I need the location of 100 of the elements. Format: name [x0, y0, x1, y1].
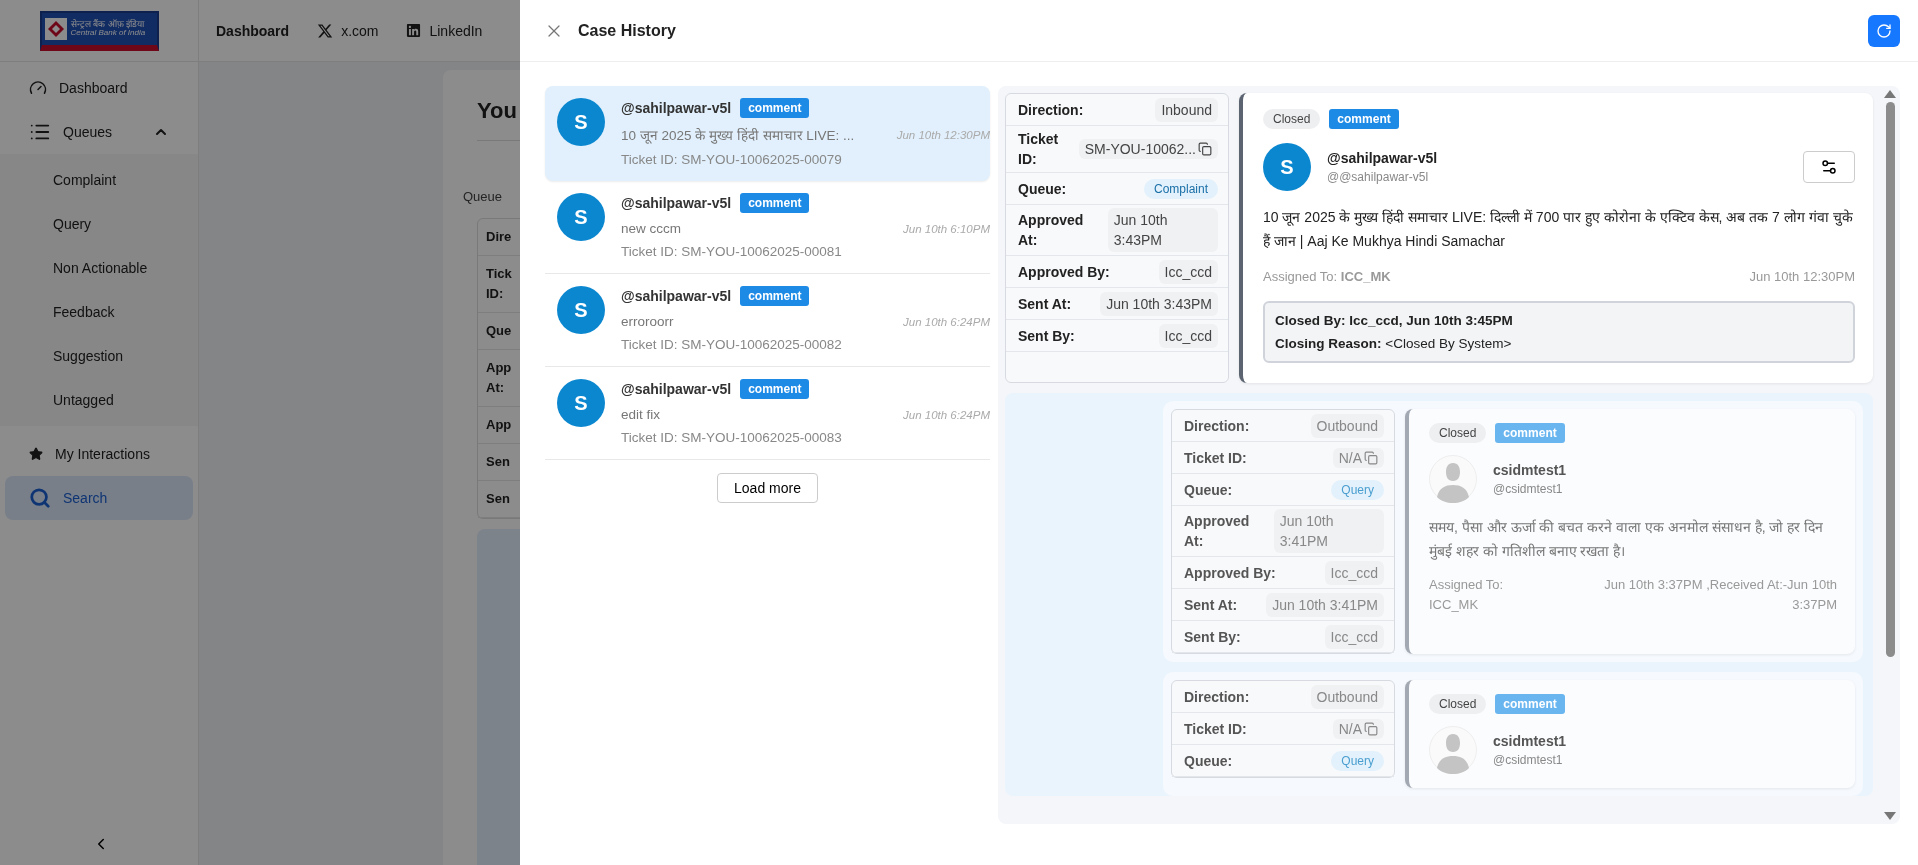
case-list-item[interactable]: S @sahilpawar-v5l comment 10 जून 2025 के मुख्य हिंदी समाचार LIVE: ... Jun 10th 12:30PM Ticket ID: SM-YOU-10062025-00079	[545, 86, 990, 181]
detail-label: Approved By:	[1018, 262, 1110, 282]
detail-value: Icc_ccd	[1324, 624, 1384, 649]
sidebar-subitem[interactable]: Complaint	[0, 158, 198, 202]
detail-value: SM-YOU-10062...	[1078, 139, 1218, 159]
detail-value: Jun 10th 3:41PM	[1273, 509, 1384, 553]
detail-label: Direction:	[1184, 416, 1250, 436]
author-name: csidmtest1	[1493, 733, 1568, 749]
case-handle: @sahilpawar-v5l	[621, 100, 732, 116]
author-handle: @@sahilpawar-v5l	[1327, 170, 1430, 184]
copy-icon[interactable]	[1198, 142, 1212, 156]
drawer-title: Case History	[578, 21, 677, 40]
detail-label: Approved At:	[1018, 211, 1085, 250]
sidebar-subitem[interactable]: Query	[0, 202, 198, 246]
ticket-id: Ticket ID: SM-YOU-10062025-00082	[621, 337, 843, 352]
detail-label: Direction:	[1184, 687, 1250, 707]
sidebar-subitem[interactable]: Suggestion	[0, 334, 198, 378]
case-time: Jun 10th 6:24PM	[903, 408, 990, 421]
case-time: Jun 10th 12:30PM	[896, 129, 990, 141]
detail-label: Ticket ID:	[1184, 719, 1247, 739]
logo-text: Central Bank of India	[70, 29, 146, 37]
detail-label: Direction:	[1018, 100, 1084, 120]
type-tag: comment	[740, 379, 810, 399]
ticket-id: Ticket ID: SM-YOU-10062025-00079	[621, 152, 843, 167]
detail-label: Ticket ID:	[1184, 448, 1247, 468]
case-handle: @sahilpawar-v5l	[621, 195, 732, 211]
detail-label: Sent At:	[1018, 294, 1072, 314]
case-list-item[interactable]: S @sahilpawar-v5l comment edit fix Jun 10th 6:24PM Ticket ID: SM-YOU-10062025-00083	[545, 367, 990, 460]
linkedin-icon	[406, 23, 422, 38]
nav-link[interactable]: x.com	[317, 22, 379, 39]
filter-button[interactable]	[1803, 151, 1855, 183]
detail-label: Ticket ID:	[1018, 130, 1060, 169]
detail-value: Icc_ccd	[1158, 259, 1218, 284]
case-list-item[interactable]: S @sahilpawar-v5l comment new cccm Jun 10th 6:10PM Ticket ID: SM-YOU-10062025-00081	[545, 181, 990, 274]
status-badge: Closed	[1263, 109, 1321, 129]
refresh-button[interactable]	[1868, 14, 1900, 47]
sidebar-item[interactable]: Queues	[5, 110, 193, 154]
detail-label: Queue:	[1018, 179, 1067, 199]
search-icon	[29, 487, 51, 509]
avatar: S	[1263, 143, 1311, 191]
detail-value: Outbound	[1310, 413, 1384, 438]
sidebar-item[interactable]: Search	[5, 476, 193, 520]
case-handle: @sahilpawar-v5l	[621, 288, 732, 304]
detail-label: Queue:	[1184, 751, 1233, 771]
logo-text: सेन्ट्रल बैंक ऑफ़ इंडिया	[70, 20, 146, 29]
message-time: Jun 10th 12:30PM	[1749, 268, 1855, 286]
message-time: Jun 10th 3:37PM ,Received At:-Jun 10th 3:37PM	[1603, 576, 1837, 614]
sliders-icon	[1820, 158, 1838, 176]
detail-label: Dire	[486, 228, 513, 246]
type-tag: comment	[740, 286, 810, 306]
nav-link[interactable]: LinkedIn	[406, 22, 483, 39]
detail-label: Sent By:	[1018, 326, 1075, 346]
case-preview: erroroorr	[621, 314, 674, 329]
detail-label: Sen	[486, 490, 511, 508]
detail-value: Outbound	[1310, 684, 1384, 709]
author-name: csidmtest1	[1493, 462, 1568, 478]
avatar: S	[557, 379, 605, 427]
status-badge: Closed	[1429, 694, 1487, 714]
detail-label: App At:	[486, 359, 513, 397]
assigned-to: Assigned To: ICC_MK	[1429, 576, 1505, 614]
detail-value: Jun 10th 3:43PM	[1100, 291, 1218, 316]
detail-label: Sent At:	[1184, 595, 1238, 615]
avatar: S	[557, 286, 605, 334]
type-tag: comment	[1329, 109, 1399, 129]
queue-tag: Complaint	[1143, 178, 1218, 199]
case-list-item[interactable]: S @sahilpawar-v5l comment erroroorr Jun 10th 6:24PM Ticket ID: SM-YOU-10062025-00082	[545, 274, 990, 367]
refresh-icon	[1876, 22, 1892, 39]
user-silhouette-icon	[1429, 726, 1477, 774]
sidebar-subitem[interactable]: Feedback	[0, 290, 198, 334]
author-name: @sahilpawar-v5l	[1327, 150, 1439, 166]
message-text: 10 जून 2025 के मुख्य हिंदी समाचार LIVE: दिल्ली में 700 पार हुए कोरोना के एक्टिव केस, अब तक 7 लोग गंवा चुके हैं जान | Aaj Ke Mukhya Hindi Samachar	[1263, 208, 1854, 251]
detail-label: Approved By:	[1184, 563, 1276, 583]
case-preview: 10 जून 2025 के मुख्य हिंदी समाचार LIVE: ...	[621, 127, 855, 144]
closed-by: Closed By: Icc_ccd, Jun 10th 3:45PM	[1275, 313, 1514, 328]
detail-value: Inbound	[1155, 97, 1218, 122]
author-handle: @csidmtest1	[1493, 482, 1564, 496]
sidebar-item[interactable]: Dashboard	[5, 66, 193, 110]
case-preview: new cccm	[621, 221, 681, 236]
logo-emblem-icon	[44, 17, 67, 40]
avatar: S	[557, 98, 605, 146]
detail-value: N/A	[1332, 718, 1384, 739]
nav-link[interactable]: Dashboard	[216, 22, 290, 39]
type-tag: comment	[740, 98, 810, 118]
queue-tag: Query	[1331, 750, 1384, 771]
type-tag: comment	[1495, 423, 1565, 443]
type-tag: comment	[740, 193, 810, 213]
status-badge: Closed	[1429, 423, 1487, 443]
case-time: Jun 10th 6:24PM	[903, 315, 990, 328]
sidebar-subitem[interactable]: Untagged	[0, 378, 198, 422]
queue-tag: Query	[1331, 479, 1384, 500]
sidebar-subitem[interactable]: Non Actionable	[0, 246, 198, 290]
section-label: Queue	[463, 189, 503, 204]
detail-label: Tick ID:	[486, 265, 513, 303]
detail-value: Icc_ccd	[1324, 560, 1384, 585]
avatar: S	[557, 193, 605, 241]
author-handle: @csidmtest1	[1493, 753, 1564, 767]
ticket-id: Ticket ID: SM-YOU-10062025-00081	[621, 244, 843, 259]
load-more-button[interactable]: Load more	[717, 473, 818, 503]
detail-label: Que	[486, 322, 513, 340]
sidebar-item[interactable]: My Interactions	[5, 432, 193, 476]
